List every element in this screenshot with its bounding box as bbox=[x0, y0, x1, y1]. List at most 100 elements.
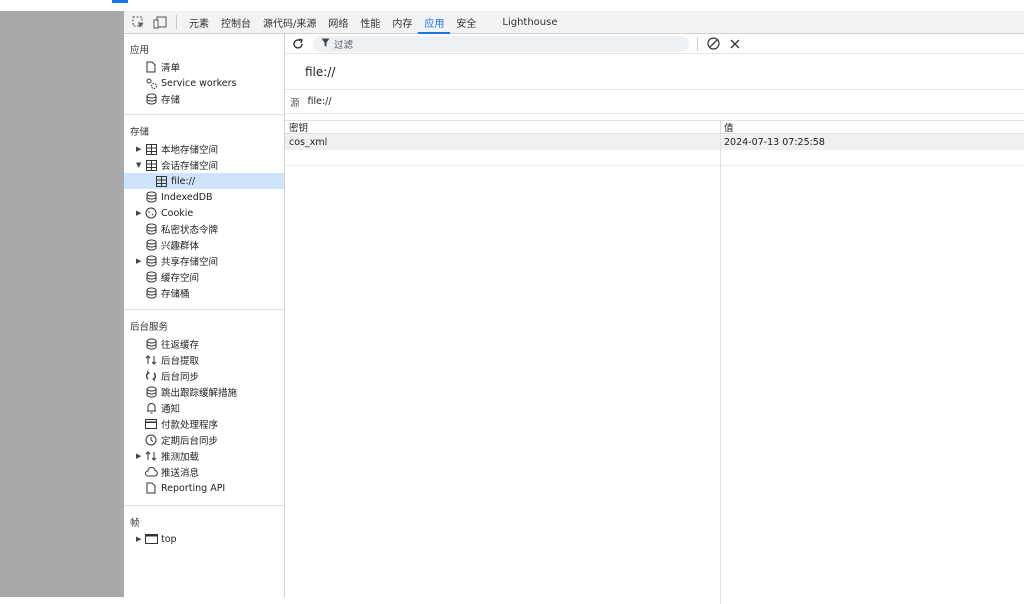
sidebar-item-background-sync[interactable]: 后台同步 bbox=[144, 368, 199, 384]
sidebar-item-push-messaging[interactable]: 推送消息 bbox=[144, 464, 199, 480]
devtools-toolbar: 元素 控制台 源代码/来源 网络 性能 内存 应用 安全 Lighthouse bbox=[124, 11, 1024, 34]
expand-arrow-icon[interactable]: ▶ bbox=[136, 145, 144, 153]
sidebar-item-storage[interactable]: 存储 bbox=[144, 91, 180, 107]
sidebar-item-label: 定期后台同步 bbox=[161, 436, 219, 447]
sidebar-item-label: 缓存空间 bbox=[161, 273, 200, 284]
sidebar-item-label: top bbox=[161, 533, 177, 545]
tab-lighthouse[interactable]: Lighthouse bbox=[496, 11, 563, 34]
origin-title: file:// bbox=[285, 54, 1024, 90]
table-icon bbox=[144, 142, 158, 156]
tab-network[interactable]: 网络 bbox=[322, 11, 354, 34]
sidebar-item-cookie[interactable]: ▶ Cookie bbox=[136, 205, 193, 221]
sidebar-item-storage-buckets[interactable]: 存储桶 bbox=[144, 285, 190, 301]
sidebar-item-label: 存储桶 bbox=[161, 289, 190, 300]
sidebar-item-label: Cookie bbox=[161, 207, 194, 219]
document-icon bbox=[144, 60, 158, 74]
sidebar-item-label: 存储 bbox=[161, 95, 181, 106]
sidebar-item-frame-top[interactable]: ▶ top bbox=[136, 531, 177, 547]
sidebar-item-label: 后台同步 bbox=[161, 372, 200, 383]
database-icon bbox=[144, 286, 158, 300]
column-header-key[interactable]: 密钥 bbox=[285, 121, 720, 133]
tab-application[interactable]: 应用 bbox=[418, 11, 451, 34]
sidebar-item-session-storage[interactable]: ▼ 会话存储空间 bbox=[136, 157, 218, 173]
sidebar-item-interest-groups[interactable]: 兴趣群体 bbox=[144, 237, 199, 253]
sidebar-item-label: 私密状态令牌 bbox=[161, 225, 219, 236]
storage-table: 密钥 值 cos_xml 2024-07-13 07:25:58 bbox=[285, 120, 1024, 604]
sidebar-item-label: 推送消息 bbox=[161, 468, 200, 479]
sidebar-item-bounce-tracking[interactable]: 跳出跟踪缓解措施 bbox=[144, 384, 237, 400]
row-value[interactable]: 2024-07-13 07:25:58 bbox=[720, 134, 1024, 150]
section-title-application: 应用 bbox=[130, 45, 150, 56]
active-indicator bbox=[112, 0, 128, 3]
sidebar-item-label: 会话存储空间 bbox=[161, 161, 219, 172]
sidebar-item-payment-handler[interactable]: 付款处理程序 bbox=[144, 416, 218, 432]
section-title-storage: 存储 bbox=[130, 127, 150, 138]
sidebar-item-bfcache[interactable]: 往返缓存 bbox=[144, 336, 199, 352]
sidebar-item-label: 兴趣群体 bbox=[161, 241, 200, 252]
tab-sources[interactable]: 源代码/来源 bbox=[257, 11, 322, 34]
device-toolbar-icon[interactable] bbox=[152, 14, 168, 30]
section-title-frames: 帧 bbox=[130, 518, 140, 529]
section-title-background-services: 后台服务 bbox=[130, 322, 169, 333]
sidebar-item-notifications[interactable]: 通知 bbox=[144, 400, 180, 416]
expand-arrow-icon[interactable]: ▶ bbox=[136, 452, 144, 460]
left-gutter bbox=[0, 0, 124, 597]
inspect-element-icon[interactable] bbox=[130, 14, 146, 30]
sidebar-item-label: 通知 bbox=[161, 404, 181, 415]
tab-security[interactable]: 安全 bbox=[450, 11, 482, 34]
sidebar-item-file-origin[interactable]: file:// bbox=[124, 173, 284, 189]
database-icon bbox=[144, 238, 158, 252]
table-row-empty[interactable] bbox=[285, 150, 1024, 166]
expand-arrow-icon[interactable]: ▶ bbox=[136, 535, 144, 543]
sidebar-item-service-workers[interactable]: Service workers bbox=[144, 75, 236, 91]
table-icon bbox=[144, 158, 158, 172]
clear-all-icon[interactable] bbox=[706, 37, 720, 51]
database-icon bbox=[144, 92, 158, 106]
table-row[interactable]: cos_xml 2024-07-13 07:25:58 bbox=[285, 134, 1024, 150]
origin-label: 源 bbox=[290, 97, 300, 109]
origin-value: file:// bbox=[307, 96, 332, 107]
sidebar-item-periodic-sync[interactable]: 定期后台同步 bbox=[144, 432, 218, 448]
column-header-value[interactable]: 值 bbox=[720, 121, 1024, 133]
tab-console[interactable]: 控制台 bbox=[215, 11, 257, 34]
sidebar-item-label: Reporting API bbox=[161, 482, 226, 494]
tab-memory[interactable]: 内存 bbox=[386, 11, 418, 34]
application-sidebar: 应用 清单 Service workers 存储 存储 ▶ 本地存储空间 ▼ 会… bbox=[124, 34, 285, 597]
row-key[interactable]: cos_xml bbox=[285, 134, 720, 150]
sidebar-item-speculative-loads[interactable]: ▶ 推测加载 bbox=[136, 448, 199, 464]
sidebar-item-label: 付款处理程序 bbox=[161, 420, 219, 431]
database-icon bbox=[144, 337, 158, 351]
database-icon bbox=[144, 254, 158, 268]
filter-funnel-icon bbox=[321, 38, 330, 50]
sidebar-item-private-state-tokens[interactable]: 私密状态令牌 bbox=[144, 221, 218, 237]
sidebar-item-cache-storage[interactable]: 缓存空间 bbox=[144, 269, 199, 285]
bell-icon bbox=[144, 401, 158, 415]
expand-arrow-icon[interactable]: ▶ bbox=[136, 257, 144, 265]
collapse-arrow-icon[interactable]: ▼ bbox=[136, 161, 144, 169]
sidebar-item-label: Service workers bbox=[161, 77, 237, 89]
session-storage-panel: 过滤 file:// 源 file:// 密钥 值 cos_xml 2024-0… bbox=[285, 34, 1024, 604]
database-icon bbox=[144, 385, 158, 399]
database-icon bbox=[144, 190, 158, 204]
sidebar-divider bbox=[124, 309, 284, 310]
sidebar-divider bbox=[124, 114, 284, 115]
refresh-icon[interactable] bbox=[291, 37, 305, 51]
filter-input[interactable]: 过滤 bbox=[313, 35, 689, 52]
sidebar-item-background-fetch[interactable]: 后台提取 bbox=[144, 352, 199, 368]
delete-selected-icon[interactable] bbox=[728, 37, 742, 51]
tab-performance[interactable]: 性能 bbox=[354, 11, 386, 34]
origin-row: 源 file:// bbox=[285, 90, 1024, 114]
tab-elements[interactable]: 元素 bbox=[183, 11, 215, 34]
sidebar-item-manifest[interactable]: 清单 bbox=[144, 59, 180, 75]
sidebar-item-reporting-api[interactable]: Reporting API bbox=[144, 480, 225, 496]
sidebar-item-local-storage[interactable]: ▶ 本地存储空间 bbox=[136, 141, 218, 157]
sidebar-item-label: 本地存储空间 bbox=[161, 145, 219, 156]
sidebar-item-label: 跳出跟踪缓解措施 bbox=[161, 388, 238, 399]
column-divider[interactable] bbox=[720, 120, 721, 604]
database-icon bbox=[144, 270, 158, 284]
sidebar-item-shared-storage[interactable]: ▶ 共享存储空间 bbox=[136, 253, 218, 269]
expand-arrow-icon[interactable]: ▶ bbox=[136, 209, 144, 217]
sidebar-item-label: 推测加载 bbox=[161, 452, 200, 463]
clock-icon bbox=[144, 433, 158, 447]
sidebar-item-indexeddb[interactable]: IndexedDB bbox=[144, 189, 213, 205]
